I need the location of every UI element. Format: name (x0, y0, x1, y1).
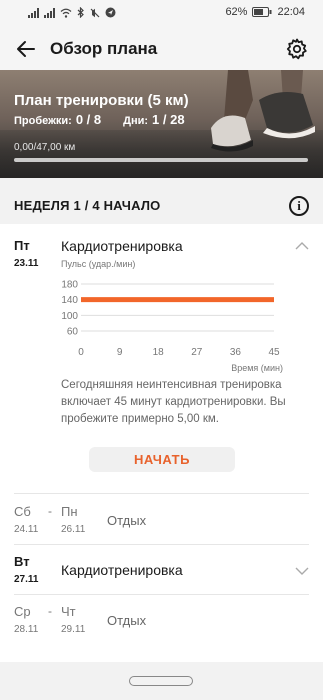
day-date: 27.11 (14, 574, 39, 585)
plan-title: План тренировки (5 км) (14, 92, 189, 109)
distance-progress-text: 0,00/47,00 км (14, 142, 76, 153)
signal-icon (28, 7, 39, 18)
x-tick-label: 27 (191, 347, 203, 358)
y-tick-label: 140 (61, 295, 78, 306)
plan-stats: Пробежки: 0 / 8 Дни: 1 / 28 (14, 112, 185, 127)
signal-icon (44, 7, 55, 18)
status-bar: 62% 22:04 (0, 0, 323, 28)
day-column: Ср 28.11 (14, 604, 38, 635)
runs-value: 0 / 8 (75, 112, 102, 127)
day-column: Сб 24.11 (14, 504, 38, 535)
start-button[interactable]: НАЧАТЬ (89, 447, 235, 472)
day-name: Пн (61, 504, 78, 519)
clock: 22:04 (277, 6, 305, 18)
wifi-icon (60, 8, 72, 18)
x-tick-label: 45 (268, 347, 280, 358)
day-date: 24.11 (14, 524, 39, 535)
divider (14, 594, 309, 595)
days-label: Дни: (123, 115, 149, 127)
bluetooth-icon (77, 7, 84, 18)
week-schedule-card: Пт 23.11 Кардиотренировка Пульс (удар./м… (0, 224, 323, 662)
range-dash: - (48, 604, 52, 618)
range-dash: - (48, 504, 52, 518)
divider (14, 493, 309, 494)
y-tick-label: 180 (61, 280, 78, 291)
day-date: 26.11 (61, 524, 86, 535)
gear-icon (286, 38, 307, 60)
page-title: Обзор плана (50, 39, 158, 58)
days-value: 1 / 28 (152, 112, 185, 127)
x-tick-label: 36 (230, 347, 242, 358)
settings-button[interactable] (285, 37, 309, 61)
app-bar: Обзор плана (0, 28, 323, 70)
rest-label: Отдых (107, 513, 147, 528)
day-name: Чт (61, 604, 76, 619)
battery-icon (252, 7, 272, 17)
mute-icon (90, 8, 100, 17)
chart-x-axis-label: Время (мин) (231, 363, 283, 373)
back-button[interactable] (14, 37, 38, 61)
distance-progress-bar (14, 158, 308, 162)
divider (14, 544, 309, 545)
heart-rate-chart: 180 140 100 60 0 9 18 27 36 45 (61, 280, 280, 359)
plan-hero-banner: План тренировки (5 км) Пробежки: 0 / 8 Д… (0, 70, 323, 178)
rest-label: Отдых (107, 613, 147, 628)
day-name: Вт (14, 554, 30, 569)
day-column: Вт 27.11 (14, 554, 38, 585)
day-date: 28.11 (14, 624, 39, 635)
week-header: НЕДЕЛЯ 1 / 4 НАЧАЛО i (0, 190, 323, 222)
battery-percent: 62% (225, 6, 248, 18)
day-name: Ср (14, 604, 31, 619)
week-label: НЕДЕЛЯ 1 / 4 НАЧАЛО (14, 198, 161, 213)
day-date: 29.11 (61, 624, 86, 635)
day-column: Пн 26.11 (61, 504, 85, 535)
y-tick-label: 60 (67, 327, 79, 338)
chevron-down-icon[interactable] (295, 566, 309, 576)
day-name: Сб (14, 504, 31, 519)
x-tick-label: 18 (153, 347, 165, 358)
info-icon[interactable]: i (289, 196, 309, 216)
home-gesture-bar[interactable] (129, 676, 193, 686)
x-tick-label: 0 (78, 347, 84, 358)
y-tick-label: 100 (61, 311, 78, 322)
workout-description: Сегодняшняя неинтенсивная тренировка вкл… (61, 379, 286, 425)
back-arrow-icon (17, 41, 35, 57)
x-tick-label: 9 (117, 347, 123, 358)
day-column: Чт 29.11 (61, 604, 85, 635)
location-icon (105, 7, 116, 18)
activity-title: Кардиотренировка (61, 562, 183, 578)
runs-label: Пробежки: (14, 115, 72, 127)
